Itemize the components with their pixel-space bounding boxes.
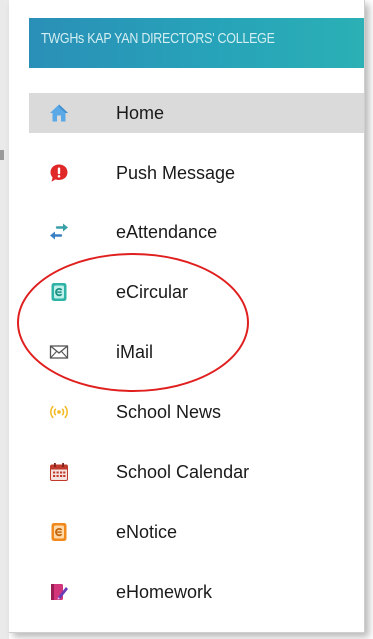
calendar-icon [49, 462, 69, 482]
menu-item-ecircular[interactable]: eCircular [29, 272, 364, 312]
school-name: TWGHs KAP YAN DIRECTORS' COLLEGE [41, 31, 275, 47]
menu-item-school-calendar[interactable]: School Calendar [29, 452, 364, 492]
menu-item-label: Home [116, 103, 165, 123]
menu-item-label: eHomework [116, 582, 213, 602]
app-screen: TWGHs KAP YAN DIRECTORS' COLLEGE Home Pu… [0, 0, 373, 639]
menu-item-label: Push Message [116, 163, 236, 183]
menu-item-home[interactable]: Home [29, 93, 364, 133]
menu-item-enotice[interactable]: eNotice [29, 512, 364, 552]
school-header-banner: TWGHs KAP YAN DIRECTORS' COLLEGE [29, 18, 364, 68]
homework-icon [49, 582, 69, 602]
push-message-icon [49, 163, 69, 183]
menu-item-label: iMail [116, 342, 154, 362]
menu-item-school-news[interactable]: School News [29, 392, 364, 432]
navigation-drawer: TWGHs KAP YAN DIRECTORS' COLLEGE Home Pu… [9, 0, 365, 633]
menu-item-push-message[interactable]: Push Message [29, 153, 364, 193]
menu-item-eattendance[interactable]: eAttendance [29, 212, 364, 252]
swap-arrows-icon [49, 222, 69, 242]
menu-item-label: eAttendance [116, 222, 218, 242]
notice-icon [49, 522, 69, 542]
menu-item-label: School News [116, 402, 222, 422]
home-icon [49, 103, 69, 123]
broadcast-icon [49, 402, 69, 422]
menu-item-label: School Calendar [116, 462, 250, 482]
menu-item-ehomework[interactable]: eHomework [29, 572, 364, 612]
underlying-screen-edge [0, 0, 9, 639]
underlying-screen-marker [0, 150, 4, 160]
menu-item-label: eCircular [116, 282, 189, 302]
menu-item-imail[interactable]: iMail [29, 332, 364, 372]
circular-document-icon [49, 282, 69, 302]
menu-item-label: eNotice [116, 522, 178, 542]
envelope-icon [49, 342, 69, 362]
